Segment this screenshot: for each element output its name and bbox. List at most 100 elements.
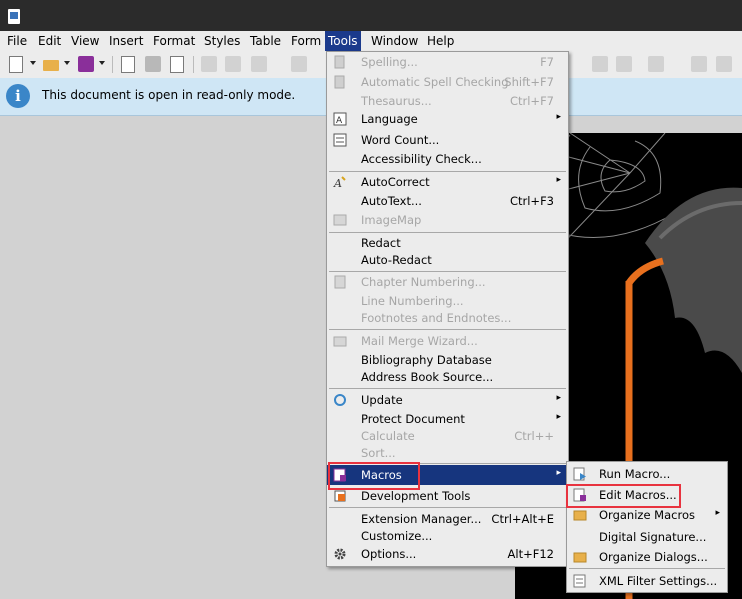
- menu-separator: [329, 329, 566, 330]
- xml-filter-icon: [573, 574, 587, 588]
- menu-item-development-tools[interactable]: Development Tools: [327, 487, 568, 505]
- menu-item-sort[interactable]: Sort...: [327, 444, 568, 462]
- insert-field-icon[interactable]: [616, 56, 632, 72]
- spelling-icon: [333, 55, 347, 69]
- cut-icon[interactable]: [201, 56, 217, 72]
- menu-insert[interactable]: Insert: [106, 31, 146, 51]
- menu-tools[interactable]: Tools: [325, 31, 361, 51]
- submenu-arrow-icon: ▸: [556, 175, 561, 185]
- infobar-message: This document is open in read-only mode.: [42, 88, 296, 102]
- menu-item-imagemap[interactable]: ImageMap: [327, 211, 568, 229]
- copy-icon[interactable]: [225, 56, 241, 72]
- menu-view[interactable]: View: [68, 31, 102, 51]
- update-icon: [333, 393, 347, 407]
- save-dropdown-icon[interactable]: [99, 61, 105, 65]
- submenu-arrow-icon: ▸: [556, 393, 561, 403]
- imagemap-icon: [333, 213, 347, 227]
- menu-item-digital-signature[interactable]: Digital Signature...: [567, 528, 727, 546]
- menu-item-mail-merge-wizard[interactable]: Mail Merge Wizard...: [327, 332, 568, 350]
- open-dropdown-icon[interactable]: [64, 61, 70, 65]
- menu-item-thesaurus[interactable]: Thesaurus... Ctrl+F7: [327, 92, 568, 110]
- menu-item-automatic-spell-checking[interactable]: Automatic Spell Checking Shift+F7: [327, 73, 568, 91]
- menu-styles[interactable]: Styles: [201, 31, 243, 51]
- menu-item-word-count[interactable]: Word Count...: [327, 131, 568, 149]
- menu-item-autotext[interactable]: AutoText... Ctrl+F3: [327, 192, 568, 210]
- macros-annotation-box: [328, 462, 420, 490]
- clone-formatting-icon[interactable]: [291, 56, 307, 72]
- menu-separator: [329, 232, 566, 233]
- save-icon[interactable]: [78, 56, 94, 72]
- mail-merge-icon: [333, 334, 347, 348]
- development-tools-icon: [333, 489, 347, 503]
- menu-item-auto-redact[interactable]: Auto-Redact: [327, 251, 568, 269]
- word-count-icon: [333, 133, 347, 147]
- menu-item-autocorrect[interactable]: A AutoCorrect ▸: [327, 173, 568, 191]
- paste-icon[interactable]: [251, 56, 267, 72]
- print-preview-icon[interactable]: [170, 56, 184, 73]
- menu-separator: [329, 271, 566, 272]
- menu-help[interactable]: Help: [424, 31, 457, 51]
- menu-item-update[interactable]: Update ▸: [327, 391, 568, 409]
- menu-item-xml-filter-settings[interactable]: XML Filter Settings...: [567, 572, 727, 590]
- menu-item-footnotes-endnotes[interactable]: Footnotes and Endnotes...: [327, 309, 568, 327]
- toolbar-separator: [193, 56, 194, 73]
- menu-item-language[interactable]: A Language ▸: [327, 110, 568, 128]
- menu-separator: [329, 171, 566, 172]
- macros-submenu: Run Macro... Edit Macros... Organize Mac…: [566, 461, 728, 593]
- options-gear-icon: [333, 547, 347, 561]
- menu-edit[interactable]: Edit: [35, 31, 64, 51]
- menu-item-calculate[interactable]: Calculate Ctrl++: [327, 427, 568, 445]
- language-icon: A: [333, 112, 347, 126]
- toolbar-separator: [112, 56, 113, 73]
- menu-bar: File Edit View Insert Format Styles Tabl…: [0, 31, 742, 51]
- menu-file[interactable]: File: [4, 31, 30, 51]
- menu-item-options[interactable]: Options... Alt+F12: [327, 545, 568, 563]
- run-macro-icon: [573, 467, 587, 481]
- new-dropdown-icon[interactable]: [30, 61, 36, 65]
- menu-item-spelling[interactable]: Spelling... F7: [327, 53, 568, 71]
- submenu-arrow-icon: ▸: [556, 112, 561, 122]
- submenu-arrow-icon: ▸: [715, 508, 720, 518]
- open-folder-icon[interactable]: [43, 60, 59, 71]
- menu-form[interactable]: Form: [288, 31, 324, 51]
- special-character-icon[interactable]: [648, 56, 664, 72]
- auto-spell-icon: [333, 75, 347, 89]
- menu-item-address-book-source[interactable]: Address Book Source...: [327, 368, 568, 386]
- menu-format[interactable]: Format: [150, 31, 198, 51]
- svg-text:A: A: [333, 177, 342, 189]
- new-document-icon[interactable]: [9, 56, 23, 73]
- organize-macros-icon: [573, 508, 587, 522]
- writer-app-icon: [8, 9, 20, 24]
- menu-item-chapter-numbering[interactable]: Chapter Numbering...: [327, 273, 568, 291]
- menu-item-organize-dialogs[interactable]: Organize Dialogs...: [567, 548, 727, 566]
- export-pdf-icon[interactable]: [121, 56, 135, 73]
- menu-item-run-macro[interactable]: Run Macro...: [567, 465, 727, 483]
- tools-menu-dropdown: Spelling... F7 Automatic Spell Checking …: [326, 51, 569, 567]
- insert-comment-icon[interactable]: [716, 56, 732, 72]
- title-bar: [0, 0, 742, 31]
- menu-item-extension-manager[interactable]: Extension Manager... Ctrl+Alt+E: [327, 510, 568, 528]
- svg-text:A: A: [336, 116, 343, 126]
- submenu-arrow-icon: ▸: [556, 468, 561, 478]
- menu-table[interactable]: Table: [247, 31, 284, 51]
- edit-macros-annotation-box: [566, 484, 681, 508]
- menu-separator: [569, 568, 725, 569]
- print-icon[interactable]: [145, 56, 161, 72]
- menu-separator: [329, 388, 566, 389]
- menu-item-bibliography-database[interactable]: Bibliography Database: [327, 351, 568, 369]
- submenu-arrow-icon: ▸: [556, 412, 561, 422]
- menu-item-line-numbering[interactable]: Line Numbering...: [327, 292, 568, 310]
- menu-item-organize-macros[interactable]: Organize Macros ▸: [567, 506, 727, 524]
- organize-dialogs-icon: [573, 550, 587, 564]
- menu-item-accessibility-check[interactable]: Accessibility Check...: [327, 150, 568, 168]
- menu-item-customize[interactable]: Customize...: [327, 527, 568, 545]
- info-icon: i: [6, 84, 30, 108]
- menu-window[interactable]: Window: [368, 31, 421, 51]
- menu-item-redact[interactable]: Redact: [327, 234, 568, 252]
- insert-table-icon[interactable]: [592, 56, 608, 72]
- chapter-numbering-icon: [333, 275, 347, 289]
- menu-item-protect-document[interactable]: Protect Document ▸: [327, 410, 568, 428]
- autocorrect-icon: A: [333, 175, 347, 190]
- menu-separator: [329, 507, 566, 508]
- insert-hyperlink-icon[interactable]: [691, 56, 707, 72]
